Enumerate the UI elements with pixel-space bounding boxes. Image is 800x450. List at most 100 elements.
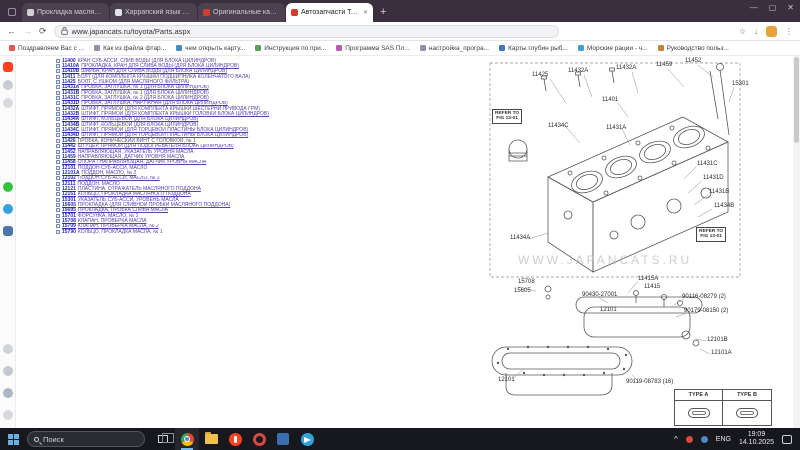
bookmark-item[interactable]: чем открыть карту...: [176, 45, 245, 52]
tab-active-japancats[interactable]: Автозапчасти Toyota ✕: [286, 3, 373, 22]
minimize-button[interactable]: —: [750, 3, 758, 12]
tab-2[interactable]: Харрапский язык что мы...: [110, 3, 197, 22]
page-scrollbar[interactable]: [793, 56, 800, 428]
diagram-part-label[interactable]: 90116-08279 (2): [682, 294, 726, 300]
diagram-part-label[interactable]: 11432A: [616, 65, 636, 71]
search-icon: [34, 437, 39, 442]
type-b-header: TYPE B: [723, 390, 771, 401]
maximize-button[interactable]: ▢: [769, 3, 777, 12]
start-button[interactable]: [8, 434, 19, 445]
diagram-part-label[interactable]: 11431C: [697, 161, 718, 167]
part-diagram-icon: [56, 59, 60, 63]
vk-icon[interactable]: [3, 226, 13, 236]
diagram-part-label[interactable]: 90430-27001: [582, 292, 617, 298]
bookmark-item[interactable]: Инструкция по при...: [255, 45, 326, 52]
diagram-part-label[interactable]: 11432A: [568, 68, 588, 74]
diagram-part-label[interactable]: 11431D: [703, 175, 724, 181]
bookmark-favicon: [9, 45, 15, 51]
diagram-part-label[interactable]: 11431B: [709, 189, 729, 195]
panel-icon[interactable]: [3, 80, 13, 90]
file-explorer-button[interactable]: [199, 428, 223, 450]
tab-favicon: [291, 9, 298, 16]
parts-list-item[interactable]: 15790 КОЛЬЦО, ПРОКЛАДКА МАСЛА, № 1: [56, 229, 466, 234]
reload-button[interactable]: ⟳: [39, 27, 47, 36]
diagram-part-label[interactable]: 11425: [532, 72, 548, 78]
taskbar-search[interactable]: Поиск: [27, 431, 145, 447]
telegram-icon[interactable]: [3, 204, 13, 214]
bookmark-item[interactable]: Морские рации - ч...: [578, 45, 648, 52]
bookmark-item[interactable]: Карты глубин рыб...: [499, 45, 568, 52]
profile-avatar[interactable]: [766, 26, 777, 37]
part-diagram-icon: [56, 166, 60, 170]
diagram-part-label[interactable]: 11459: [656, 62, 672, 68]
downloads-icon[interactable]: ↓: [754, 27, 758, 36]
part-diagram-icon: [56, 224, 60, 228]
panel-icon[interactable]: [3, 98, 13, 108]
diagram-part-label[interactable]: 12101: [600, 307, 617, 313]
taskbar-clock[interactable]: 19:09 14.10.2025: [739, 431, 774, 447]
notification-center-icon[interactable]: [782, 435, 792, 444]
task-view-button[interactable]: [151, 428, 175, 450]
bookmark-item[interactable]: Программа SAS Пл...: [336, 45, 410, 52]
tab-1[interactable]: Прокладка масляного н...: [22, 3, 109, 22]
browser-menu-dots-icon[interactable]: ⋮: [785, 27, 793, 36]
part-number-link[interactable]: 15790: [62, 229, 76, 234]
part-diagram-icon: [56, 128, 60, 132]
diagram-part-label[interactable]: 90179-08150 (2): [684, 308, 728, 314]
language-indicator[interactable]: ENG: [716, 436, 731, 443]
part-diagram-icon: [56, 64, 60, 68]
diagram-part-label[interactable]: 11401: [602, 97, 618, 103]
diagram-part-label[interactable]: 15708: [518, 279, 535, 285]
tray-app-icon[interactable]: [701, 436, 708, 443]
diagram-part-label[interactable]: 90119-08783 (16): [626, 379, 673, 385]
office-app-button[interactable]: [271, 428, 295, 450]
diagram-part-label[interactable]: 11415: [644, 284, 660, 290]
browser-app-button[interactable]: [175, 428, 199, 450]
close-tab-icon[interactable]: ✕: [363, 9, 368, 16]
diagram-part-label[interactable]: 11452: [685, 58, 701, 64]
part-diagram-icon: [56, 187, 60, 191]
tab-3[interactable]: Оригинальные каталоги ...: [198, 3, 285, 22]
diagram-part-label[interactable]: 11434C: [548, 123, 569, 129]
bookmark-label: Инструкция по при...: [264, 45, 326, 52]
part-diagram-icon: [56, 133, 60, 137]
panel-icon[interactable]: [3, 388, 13, 398]
telegram-app-button[interactable]: [295, 428, 319, 450]
bookmark-item[interactable]: Поздравляем Вас с ...: [9, 45, 84, 52]
back-button[interactable]: ←: [7, 27, 16, 36]
whatsapp-icon[interactable]: [3, 182, 13, 192]
new-tab-button[interactable]: +: [380, 6, 386, 18]
scrollbar-thumb[interactable]: [794, 57, 799, 143]
diagram-part-label[interactable]: 15605: [514, 288, 531, 294]
tray-expand-icon[interactable]: ^: [674, 435, 678, 444]
part-description-link[interactable]: КОЛЬЦО, ПРОКЛАДКА МАСЛА, № 1: [78, 229, 163, 234]
diagram-part-label[interactable]: 11415A: [638, 276, 658, 282]
yandex-browser-button[interactable]: [223, 428, 247, 450]
task-view-icon: [158, 435, 168, 443]
tray-app-icon[interactable]: [686, 436, 693, 443]
diagram-part-label[interactable]: 15301: [732, 81, 749, 87]
browser-menu-icon[interactable]: [8, 8, 16, 16]
part-diagram-icon: [56, 75, 60, 79]
panel-icon[interactable]: [3, 410, 13, 420]
bookmark-item[interactable]: Руководство польз...: [658, 45, 729, 52]
forward-button[interactable]: →: [23, 27, 32, 36]
diagram-part-label[interactable]: 11431A: [606, 125, 626, 131]
panel-icon[interactable]: [3, 366, 13, 376]
address-bar[interactable]: www.japancats.ru/toyota/Parts.aspx: [54, 25, 559, 38]
tab-favicon: [203, 9, 210, 16]
close-button[interactable]: ✕: [787, 3, 794, 12]
diagram-part-label[interactable]: 11434A: [510, 235, 530, 241]
yandex-logo-icon[interactable]: [3, 62, 13, 72]
diagram-part-label[interactable]: 12101B: [707, 337, 728, 343]
part-diagram-icon: [56, 117, 60, 121]
bookmark-item[interactable]: Как из файла фтар...: [94, 45, 166, 52]
opera-app-button[interactable]: [247, 428, 271, 450]
diagram-part-label[interactable]: 12101A: [711, 350, 732, 356]
bookmark-star-icon[interactable]: ☆: [739, 27, 746, 36]
part-diagram-icon: [56, 203, 60, 207]
diagram-part-label[interactable]: 11434B: [714, 203, 734, 209]
diagram-part-label[interactable]: 12101: [498, 377, 515, 383]
bookmark-item[interactable]: настройка_програ...: [420, 45, 489, 52]
panel-icon[interactable]: [3, 344, 13, 354]
